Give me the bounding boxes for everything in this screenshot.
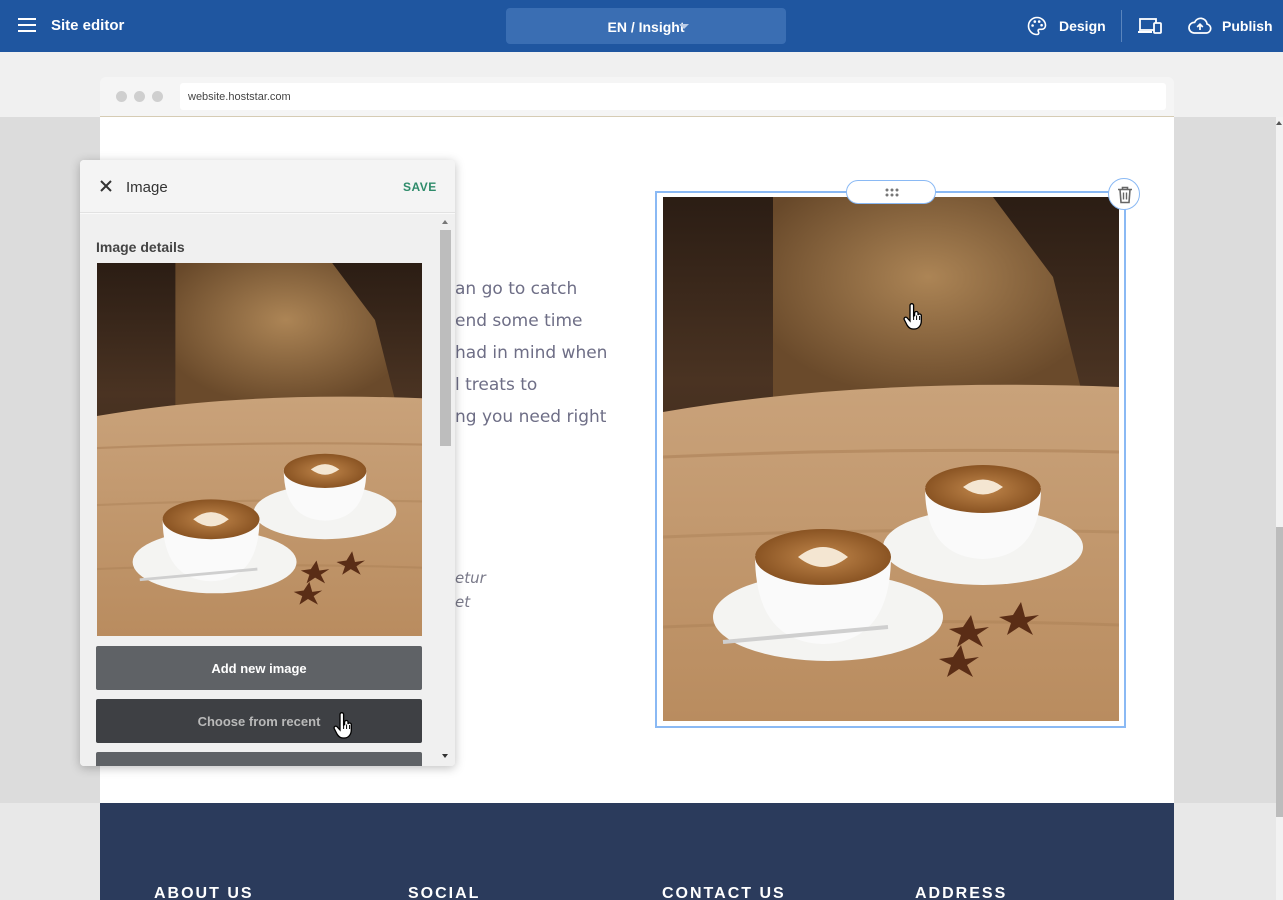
language-selector-label: EN / Insight [607,19,685,35]
choose-from-recent-button[interactable]: Choose from recent [96,699,422,743]
close-icon[interactable] [99,179,113,193]
devices-icon [1138,18,1162,34]
window-dot [152,91,163,102]
publish-button-label: Publish [1222,18,1273,34]
palette-icon [1027,16,1047,36]
save-button[interactable]: SAVE [403,180,437,194]
panel-scrollbar-thumb[interactable] [440,230,451,446]
scroll-up-arrow[interactable] [1276,121,1282,125]
panel-body: Image details Add new image Choose from … [80,214,455,766]
body-line: l treats to [455,375,538,395]
cloud-upload-icon [1188,17,1212,34]
window-dot [116,91,127,102]
footer-heading-address: ADDRESS [915,885,1008,900]
body-line: end some time [455,311,583,331]
body-line: ng you need right [455,407,607,427]
drag-grip-icon [885,188,899,197]
image-preview [97,263,422,636]
publish-button[interactable]: Publish [1188,12,1273,40]
panel-scrollbar[interactable] [438,214,455,766]
panel-header: Image SAVE [80,160,455,213]
panel-more-button[interactable] [96,752,422,766]
footer-heading-contact: CONTACT US [662,885,786,900]
image-selection-frame [655,191,1126,728]
hamburger-icon[interactable] [18,17,38,33]
design-button[interactable]: Design [1027,12,1106,40]
italic-line: etur [455,569,486,587]
url-bar: website.hoststar.com [180,83,1166,110]
section-italic-text[interactable]: etur et [455,566,486,614]
drag-handle[interactable] [846,180,936,204]
language-selector[interactable]: EN / Insight [506,8,786,44]
page-scrollbar[interactable] [1276,117,1283,900]
page-scrollbar-thumb[interactable] [1276,527,1283,817]
panel-scroll-up-arrow[interactable] [442,220,448,224]
caret-down-icon [679,24,689,29]
trash-icon [1118,186,1132,204]
body-line: had in mind when [455,343,608,363]
design-button-label: Design [1059,18,1106,34]
image-details-heading: Image details [96,239,185,255]
panel-scroll-down-arrow[interactable] [442,754,448,758]
topbar-divider [1121,10,1122,42]
browser-preview-chrome: website.hoststar.com [100,77,1174,117]
devices-button[interactable] [1138,12,1164,40]
site-footer: ABOUT US SOCIAL CONTACT US ADDRESS [100,803,1174,900]
panel-title: Image [126,179,168,196]
footer-heading-social: SOCIAL [408,885,481,900]
image-settings-panel: Image SAVE Image details Add new image C… [80,160,455,766]
editor-topbar: Site editor EN / Insight Design Publish [0,0,1283,52]
footer-heading-about: ABOUT US [154,885,254,900]
add-new-image-button[interactable]: Add new image [96,646,422,690]
section-body-text[interactable]: an go to catch end some time had in mind… [455,273,607,433]
app-title: Site editor [51,17,125,34]
delete-image-button[interactable] [1108,178,1140,210]
body-line: an go to catch [455,279,578,299]
window-dot [134,91,145,102]
italic-line: et [455,593,471,611]
